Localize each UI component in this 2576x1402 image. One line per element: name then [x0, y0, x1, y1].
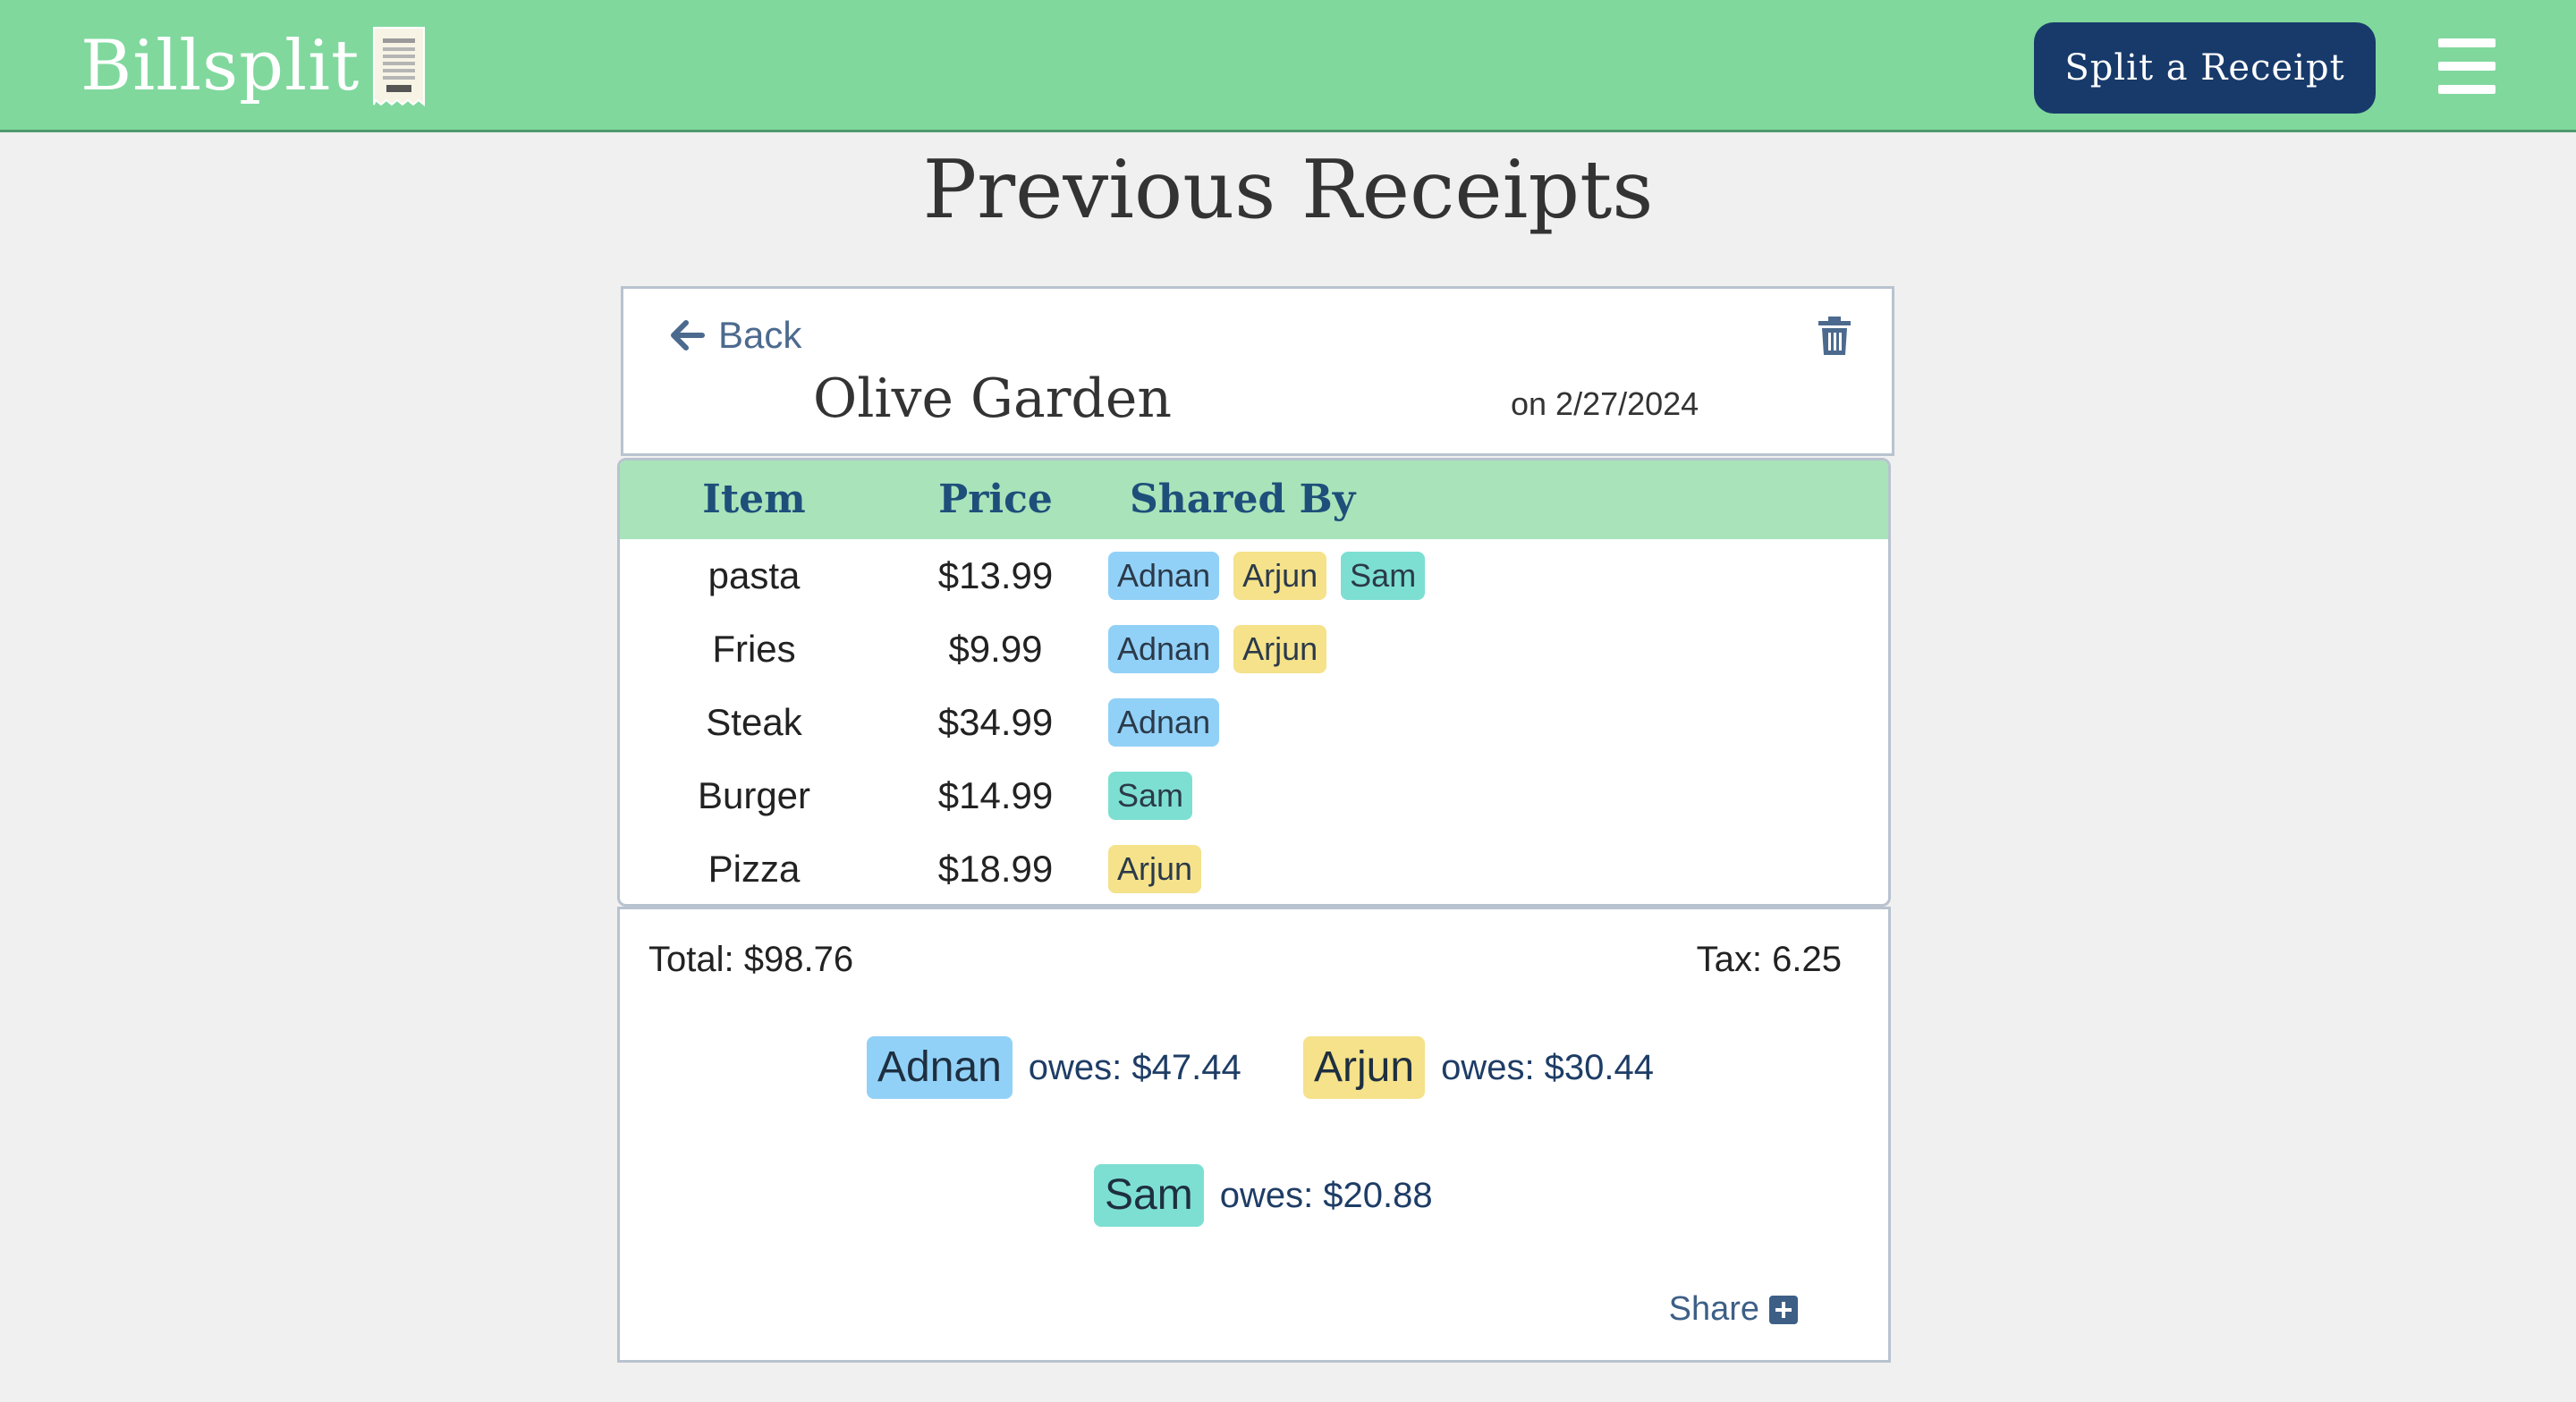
person-tag-sam: Sam	[1108, 772, 1193, 820]
page-title: Previous Receipts	[922, 143, 1654, 237]
owe-line-sam: Sam owes: $20.88	[1094, 1164, 1433, 1227]
trash-icon[interactable]	[1817, 316, 1852, 357]
restaurant-name: Olive Garden	[813, 367, 1172, 430]
brand-name: Billsplit	[80, 26, 360, 106]
shared-by-tags: Sam	[1108, 759, 1193, 832]
receipt-icon	[372, 26, 426, 107]
item-price: $14.99	[937, 774, 1054, 816]
item-name: Burger	[697, 774, 811, 816]
shared-by-tags: Adnan	[1108, 686, 1220, 759]
item-price: $34.99	[937, 701, 1054, 743]
column-header-item: Item	[702, 477, 806, 522]
column-header-shared-by: Shared By	[1130, 477, 1356, 522]
owe-amount-adnan: owes: $47.44	[1028, 1047, 1241, 1087]
shared-by-tags: Adnan Arjun	[1108, 612, 1327, 686]
items-table: Item Price Shared By pasta $13.99 Adnan …	[617, 458, 1891, 907]
owe-line-arjun: Arjun owes: $30.44	[1303, 1036, 1654, 1099]
owe-amount-sam: owes: $20.88	[1219, 1175, 1433, 1215]
item-name: Steak	[706, 701, 802, 743]
person-tag-adnan: Adnan	[1108, 552, 1220, 600]
top-navbar: Billsplit Split a Receipt	[0, 0, 2576, 132]
item-name: pasta	[708, 554, 801, 596]
table-row: pasta $13.99 Adnan Arjun Sam	[620, 539, 1888, 612]
shared-by-tags: Arjun	[1108, 832, 1202, 904]
table-row: Burger $14.99 Sam	[620, 759, 1888, 832]
split-receipt-button[interactable]: Split a Receipt	[2034, 22, 2376, 114]
item-price: $9.99	[948, 628, 1043, 670]
brand-logo[interactable]: Billsplit	[80, 23, 426, 109]
item-name: Fries	[712, 628, 796, 670]
hamburger-menu-icon[interactable]	[2438, 38, 2496, 94]
person-tag-adnan: Adnan	[1108, 698, 1220, 747]
owe-person-adnan: Adnan	[867, 1036, 1013, 1099]
table-header: Item Price Shared By	[620, 460, 1888, 539]
person-tag-adnan: Adnan	[1108, 625, 1220, 673]
table-row: Steak $34.99 Adnan	[620, 686, 1888, 759]
share-button[interactable]: Share	[1669, 1290, 1799, 1329]
person-tag-arjun: Arjun	[1233, 552, 1327, 600]
table-row: Fries $9.99 Adnan Arjun	[620, 612, 1888, 686]
owe-amount-arjun: owes: $30.44	[1441, 1047, 1655, 1087]
owe-line-adnan: Adnan owes: $47.44	[867, 1036, 1241, 1099]
table-row: Pizza $18.99 Arjun	[620, 832, 1888, 904]
column-header-price: Price	[938, 477, 1053, 522]
shared-by-tags: Adnan Arjun Sam	[1108, 539, 1426, 612]
share-label: Share	[1668, 1290, 1759, 1328]
person-tag-sam: Sam	[1341, 552, 1426, 600]
owe-person-arjun: Arjun	[1303, 1036, 1426, 1099]
item-price: $13.99	[937, 554, 1054, 596]
receipt-date: on 2/27/2024	[1511, 385, 1699, 422]
tax-amount: Tax: 6.25	[1696, 940, 1842, 979]
total-amount: Total: $98.76	[648, 940, 854, 979]
summary-card: Total: $98.76 Tax: 6.25 Adnan owes: $47.…	[617, 907, 1891, 1363]
plus-square-icon	[1769, 1295, 1798, 1324]
back-label: Back	[718, 314, 802, 356]
item-price: $18.99	[937, 848, 1054, 890]
arrow-left-icon	[671, 320, 705, 350]
receipt-header-card: Back Olive Garden on 2/27/2024	[621, 286, 1894, 456]
person-tag-arjun: Arjun	[1108, 845, 1202, 893]
back-link[interactable]: Back	[670, 314, 801, 357]
owe-person-sam: Sam	[1094, 1164, 1204, 1227]
person-tag-arjun: Arjun	[1233, 625, 1327, 673]
item-name: Pizza	[708, 848, 801, 890]
